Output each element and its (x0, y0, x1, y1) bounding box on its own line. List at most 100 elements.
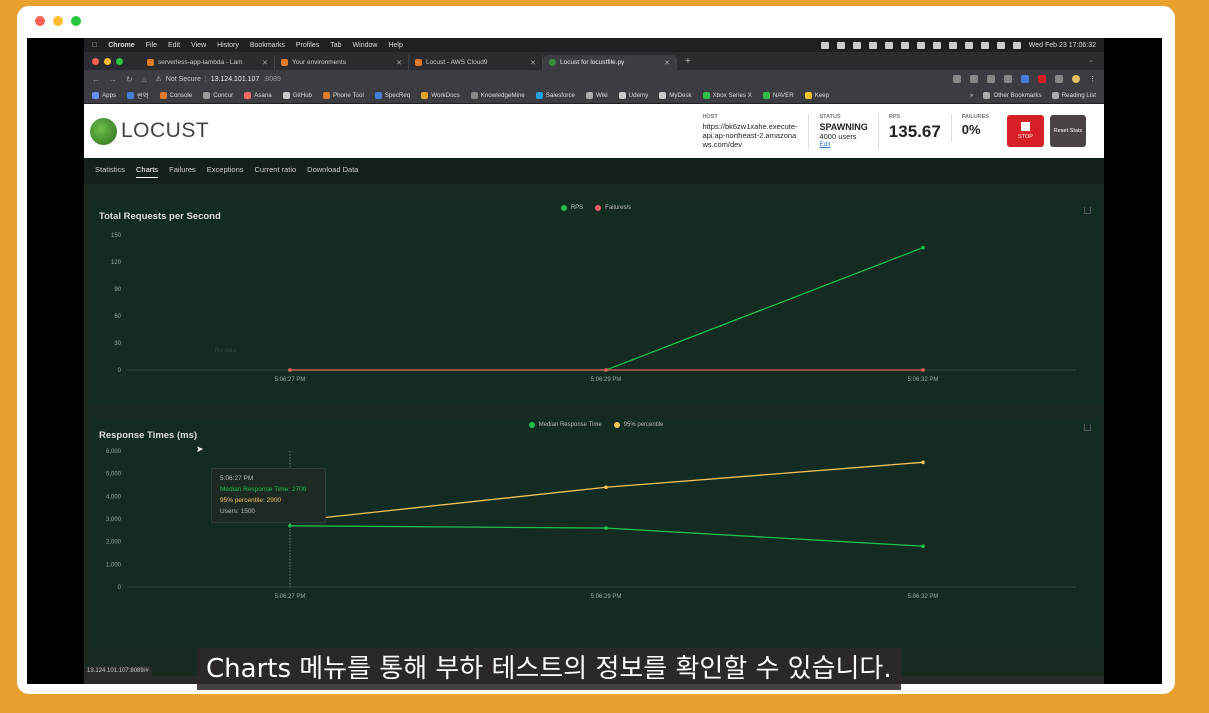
input-source-icon[interactable] (932, 41, 941, 49)
browser-close-dot[interactable] (92, 57, 99, 65)
tab-your-environments[interactable]: Your environments ✕ (275, 55, 409, 70)
url-port[interactable]: :8089 (263, 76, 281, 83)
bookmark-icon (470, 92, 478, 99)
record-icon[interactable] (820, 41, 829, 49)
reset-stats-button[interactable]: Reset Stats (1050, 115, 1086, 147)
bookmark-item[interactable]: Udemy (618, 92, 649, 99)
bookmark-label: Phone Tool (332, 92, 364, 99)
bookmark-item[interactable]: SpecReq (374, 92, 410, 99)
bookmark-item[interactable]: MyDesk (659, 92, 692, 99)
close-tab-icon[interactable]: ✕ (664, 59, 670, 67)
locust-logo[interactable]: LOCUST (90, 117, 209, 145)
bookmark-item[interactable]: Apps (92, 92, 116, 99)
other-bookmarks[interactable]: Other Bookmarks (983, 92, 1042, 99)
cloud-icon[interactable] (852, 41, 861, 49)
bookmark-item[interactable]: GitHub (282, 92, 312, 99)
tab-search-chevron-icon[interactable]: ⌄ (1088, 56, 1094, 64)
bookmark-item[interactable]: KnowledgeMine (470, 92, 525, 99)
close-tab-icon[interactable]: ✕ (530, 59, 536, 67)
tab-exceptions[interactable]: Exceptions (207, 165, 244, 177)
more-menu-icon[interactable]: ⋮ (1089, 75, 1096, 83)
y-tick-label: 120 (111, 260, 122, 266)
back-icon[interactable]: ← (92, 75, 100, 84)
bookmark-item[interactable]: NAVER (762, 92, 794, 99)
tab-failures[interactable]: Failures (169, 165, 196, 177)
forward-icon[interactable]: → (109, 75, 117, 84)
bookmark-item[interactable]: Concur (203, 92, 233, 99)
reload-icon[interactable]: ↻ (126, 75, 133, 84)
tab-current-ratio[interactable]: Current ratio (254, 165, 296, 177)
tab-statistics[interactable]: Statistics (95, 165, 125, 177)
volume-icon[interactable] (916, 41, 925, 49)
bookmark-item[interactable]: WorkDocs (421, 92, 460, 99)
stop-button[interactable]: STOP (1007, 115, 1044, 147)
bluetooth-icon[interactable] (964, 41, 973, 49)
menu-history[interactable]: History (217, 42, 239, 49)
bookmarks-more-icon[interactable]: » (970, 92, 973, 99)
bookmarks-bar: Apps 번역 Console Concur Asana GitHub Phone Tool… (84, 88, 1104, 104)
apple-icon[interactable]:  (92, 42, 97, 49)
profile-avatar[interactable] (1072, 75, 1080, 83)
bookmark-item[interactable]: Asana (244, 92, 272, 99)
puzzle-icon[interactable] (1055, 75, 1063, 83)
browser-minimize-dot[interactable] (104, 57, 111, 65)
grid-icon[interactable] (836, 41, 845, 49)
menu-window[interactable]: Window (353, 42, 378, 49)
url-host[interactable]: 13.124.101.107 (211, 76, 260, 83)
data-point (921, 368, 925, 372)
menu-tab[interactable]: Tab (330, 42, 341, 49)
new-tab-icon[interactable]: + (685, 56, 691, 67)
wifi-icon[interactable] (980, 41, 989, 49)
menu-profiles[interactable]: Profiles (296, 42, 319, 49)
close-dot[interactable] (35, 16, 45, 26)
contrast-icon[interactable] (884, 41, 893, 49)
bookmark-item[interactable]: Keep (804, 92, 829, 99)
menu-bookmarks[interactable]: Bookmarks (250, 42, 285, 49)
status-label: STATUS (819, 113, 841, 120)
security-label[interactable]: Not Secure (166, 76, 201, 83)
bookmark-item[interactable]: Console (159, 92, 192, 99)
menu-edit[interactable]: Edit (168, 42, 180, 49)
extension-icon[interactable] (1004, 75, 1012, 83)
browser-maximize-dot[interactable] (116, 57, 123, 65)
tab-locust-cloud9[interactable]: Locust - AWS Cloud9 ✕ (409, 55, 543, 70)
menu-help[interactable]: Help (388, 42, 402, 49)
close-tab-icon[interactable]: ✕ (396, 59, 402, 67)
a-box-icon[interactable] (868, 41, 877, 49)
menu-view[interactable]: View (191, 42, 206, 49)
control-center-icon[interactable] (1012, 41, 1021, 49)
bookmark-item[interactable]: 번역 (127, 91, 149, 100)
bookmark-label: MyDesk (669, 92, 692, 99)
bookmark-label: Udemy (628, 92, 649, 99)
share-icon[interactable] (953, 75, 961, 83)
battery-icon[interactable] (948, 41, 957, 49)
tab-locust-locustfile[interactable]: Locust for locustfile.py ✕ (543, 55, 677, 70)
extension-icon[interactable] (1038, 75, 1046, 83)
tab-charts[interactable]: Charts (136, 165, 159, 178)
tab-download-data[interactable]: Download Data (307, 165, 358, 177)
series-line (290, 246, 924, 371)
reading-list[interactable]: Reading List (1051, 92, 1096, 99)
menu-file[interactable]: File (146, 42, 157, 49)
menubar-clock[interactable]: Wed Feb 23 17:06:32 (1029, 42, 1096, 49)
omnibox[interactable]: ⚠ Not Secure | 13.124.101.107:8089 (156, 75, 281, 84)
tab-serverless-app-lambda[interactable]: serverless-app-lambda - Lam ✕ (141, 55, 275, 70)
maximize-dot[interactable] (71, 16, 81, 26)
search-icon[interactable] (996, 41, 1005, 49)
bookmark-item[interactable]: Wiki (585, 92, 608, 99)
bookmark-item[interactable]: Phone Tool (322, 92, 364, 99)
edit-link[interactable]: Edit (819, 141, 867, 148)
star-icon[interactable] (970, 75, 978, 83)
home-icon[interactable]: ⌂ (142, 75, 147, 84)
y-tick-label: 3,000 (106, 517, 122, 523)
bookmark-item[interactable]: Xbox Series X (702, 92, 752, 99)
host-stat: HOST https://bk6zw1xahe.execute-api.ap-n… (692, 113, 810, 149)
extension-icon[interactable] (1021, 75, 1029, 83)
bookmark-item[interactable]: Salesforce (535, 92, 575, 99)
menu-chrome[interactable]: Chrome (108, 42, 134, 49)
warning-icon[interactable]: ⚠ (156, 75, 162, 83)
minimize-dot[interactable] (53, 16, 63, 26)
alert-icon[interactable] (900, 41, 909, 49)
close-tab-icon[interactable]: ✕ (262, 59, 268, 67)
camera-icon[interactable] (987, 75, 995, 83)
